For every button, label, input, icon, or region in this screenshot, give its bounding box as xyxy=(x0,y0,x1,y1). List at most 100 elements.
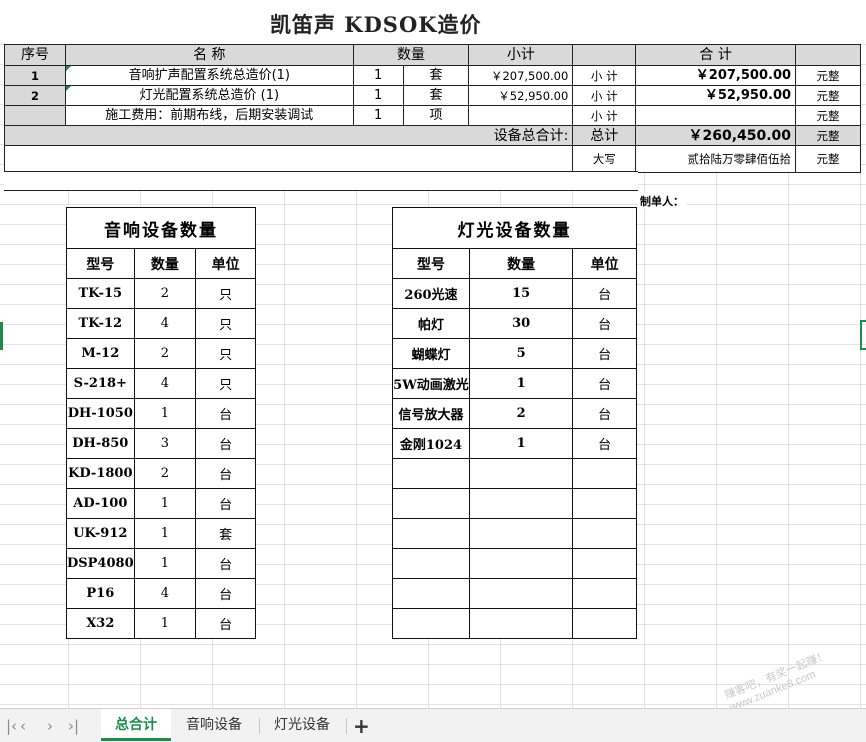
lighting-unit-cell[interactable] xyxy=(572,518,637,549)
audio-unit-cell[interactable]: 只 xyxy=(195,368,256,399)
lighting-model-cell[interactable]: 帕灯 xyxy=(392,308,470,339)
audio-model-cell[interactable]: AD-100 xyxy=(66,488,135,519)
audio-model-cell[interactable]: DSP4080 xyxy=(66,548,135,579)
lighting-model-cell[interactable]: 5W动画激光 xyxy=(392,368,470,399)
audio-model-cell[interactable]: TK-15 xyxy=(66,278,135,309)
row-name[interactable]: 施工费用：前期布线，后期安装调试 xyxy=(64,105,354,126)
lighting-qty-cell[interactable]: 1 xyxy=(468,368,574,399)
add-sheet-icon[interactable]: + xyxy=(353,714,370,738)
audio-header-model[interactable]: 型号 xyxy=(66,248,135,279)
lighting-model-cell[interactable] xyxy=(392,488,470,519)
audio-model-cell[interactable]: DH-850 xyxy=(66,428,135,459)
grand-total-suffix[interactable]: 元整 xyxy=(795,125,861,146)
lighting-unit-cell[interactable]: 台 xyxy=(572,428,637,459)
lighting-qty-cell[interactable]: 2 xyxy=(468,398,574,429)
audio-qty-cell[interactable]: 2 xyxy=(133,338,197,369)
grand-total-label[interactable]: 设备总合计: xyxy=(3,125,574,146)
audio-model-cell[interactable]: DH-1050 xyxy=(66,398,135,429)
audio-qty-cell[interactable]: 1 xyxy=(133,488,197,519)
lighting-qty-cell[interactable] xyxy=(468,488,574,519)
lighting-qty-cell[interactable] xyxy=(468,608,574,639)
audio-model-cell[interactable]: S-218+ xyxy=(66,368,135,399)
audio-qty-cell[interactable]: 1 xyxy=(133,608,197,639)
lighting-qty-cell[interactable] xyxy=(468,578,574,609)
next-sheet-icon[interactable]: › xyxy=(47,717,53,735)
row-subtotal[interactable] xyxy=(468,105,574,126)
sheet-title-row[interactable]: 凯笛声 KDSOK造价 xyxy=(0,0,866,44)
lighting-model-cell[interactable] xyxy=(392,578,470,609)
prev-sheet-icon[interactable]: ‹ xyxy=(20,717,26,735)
audio-unit-cell[interactable]: 台 xyxy=(195,608,256,639)
lighting-model-cell[interactable] xyxy=(392,608,470,639)
audio-header-unit[interactable]: 单位 xyxy=(195,248,256,279)
capital-suffix[interactable]: 元整 xyxy=(795,145,861,173)
lighting-table-title[interactable]: 灯光设备数量 xyxy=(392,207,637,249)
audio-unit-cell[interactable]: 台 xyxy=(195,548,256,579)
audio-model-cell[interactable]: TK-12 xyxy=(66,308,135,339)
capital-value[interactable]: 贰拾陆万零肆佰伍拾 xyxy=(635,145,797,173)
empty-merged-row[interactable] xyxy=(4,171,638,191)
audio-qty-cell[interactable]: 1 xyxy=(133,518,197,549)
audio-model-cell[interactable]: UK-912 xyxy=(66,518,135,549)
row-unit[interactable]: 套 xyxy=(402,65,470,86)
lighting-model-cell[interactable] xyxy=(392,458,470,489)
first-sheet-icon[interactable]: |‹ xyxy=(6,717,17,735)
row-label[interactable]: 小 计 xyxy=(572,65,637,86)
lighting-unit-cell[interactable] xyxy=(572,548,637,579)
lighting-unit-cell[interactable] xyxy=(572,488,637,519)
lighting-header-qty[interactable]: 数量 xyxy=(468,248,574,279)
last-sheet-icon[interactable]: ›| xyxy=(68,717,79,735)
audio-qty-cell[interactable]: 2 xyxy=(133,278,197,309)
maker-label[interactable]: 制单人： xyxy=(638,193,686,209)
lighting-unit-cell[interactable]: 台 xyxy=(572,308,637,339)
row-no[interactable] xyxy=(4,105,66,126)
audio-qty-cell[interactable]: 3 xyxy=(133,428,197,459)
audio-qty-cell[interactable]: 1 xyxy=(133,398,197,429)
audio-model-cell[interactable]: P16 xyxy=(66,578,135,609)
lighting-unit-cell[interactable]: 台 xyxy=(572,368,637,399)
header-blank[interactable] xyxy=(572,44,637,66)
row-suffix[interactable]: 元整 xyxy=(795,85,861,106)
audio-qty-cell[interactable]: 4 xyxy=(133,578,197,609)
lighting-unit-cell[interactable] xyxy=(572,608,637,639)
row-suffix[interactable]: 元整 xyxy=(795,65,861,86)
lighting-unit-cell[interactable] xyxy=(572,458,637,489)
capital-label[interactable]: 大写 xyxy=(572,145,637,173)
row-unit[interactable]: 项 xyxy=(402,105,470,126)
audio-model-cell[interactable]: X32 xyxy=(66,608,135,639)
audio-unit-cell[interactable]: 台 xyxy=(195,398,256,429)
lighting-model-cell[interactable]: 金刚1024 xyxy=(392,428,470,459)
lighting-qty-cell[interactable]: 15 xyxy=(468,278,574,309)
audio-unit-cell[interactable]: 只 xyxy=(195,308,256,339)
audio-qty-cell[interactable]: 2 xyxy=(133,458,197,489)
audio-unit-cell[interactable]: 只 xyxy=(195,338,256,369)
header-subtotal[interactable]: 小计 xyxy=(468,44,574,66)
header-total[interactable]: 合 计 xyxy=(635,44,797,66)
tab-audio[interactable]: 音响设备 xyxy=(186,709,242,741)
lighting-model-cell[interactable] xyxy=(392,518,470,549)
tab-total[interactable]: 总合计 xyxy=(101,709,171,741)
lighting-qty-cell[interactable] xyxy=(468,518,574,549)
lighting-header-unit[interactable]: 单位 xyxy=(572,248,637,279)
header-no[interactable]: 序号 xyxy=(4,44,66,66)
lighting-model-cell[interactable]: 蝴蝶灯 xyxy=(392,338,470,369)
capital-blank-cell[interactable] xyxy=(3,145,574,173)
audio-qty-cell[interactable]: 1 xyxy=(133,548,197,579)
grand-total-tag[interactable]: 总计 xyxy=(572,125,637,146)
lighting-qty-cell[interactable]: 30 xyxy=(468,308,574,339)
lighting-unit-cell[interactable]: 台 xyxy=(572,338,637,369)
row-total[interactable] xyxy=(635,105,797,126)
lighting-qty-cell[interactable]: 1 xyxy=(468,428,574,459)
audio-header-qty[interactable]: 数量 xyxy=(133,248,197,279)
row-suffix[interactable]: 元整 xyxy=(795,105,861,126)
lighting-unit-cell[interactable] xyxy=(572,578,637,609)
row-total[interactable]: ￥207,500.00 xyxy=(635,65,797,86)
row-label[interactable]: 小 计 xyxy=(572,105,637,126)
audio-equipment-table[interactable]: 音响设备数量 型号 数量 单位 TK-15 2 只 TK-12 4 只 M-12 2 只 S-21… xyxy=(66,207,256,639)
tab-lighting[interactable]: 灯光设备 xyxy=(274,709,330,741)
row-unit[interactable]: 套 xyxy=(402,85,470,106)
row-total[interactable]: ￥52,950.00 xyxy=(635,85,797,106)
lighting-model-cell[interactable]: 信号放大器 xyxy=(392,398,470,429)
row-subtotal[interactable]: ￥207,500.00 xyxy=(468,65,574,86)
lighting-qty-cell[interactable] xyxy=(468,458,574,489)
